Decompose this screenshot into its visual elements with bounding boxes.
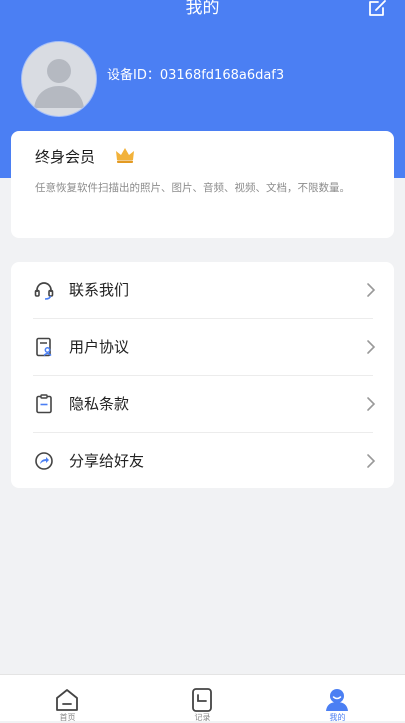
chevron-right-icon: [367, 454, 376, 468]
menu-item-label: 联系我们: [69, 281, 130, 299]
menu-item-label: 隐私条款: [69, 395, 130, 413]
document-user-icon: [36, 337, 52, 357]
share-icon: [35, 452, 53, 470]
tab-record[interactable]: 记录: [135, 675, 270, 722]
device-id: 设备ID：03168fd168a6daf3: [107, 66, 284, 86]
record-icon: [192, 688, 212, 712]
menu-item-contact-us[interactable]: 联系我们: [11, 262, 394, 318]
menu-item-label: 分享给好友: [69, 452, 145, 470]
tab-profile[interactable]: 我的: [270, 675, 405, 722]
menu-item-share-with-friends[interactable]: 分享给好友: [11, 433, 394, 489]
chevron-right-icon: [367, 283, 376, 297]
tab-label: 记录: [194, 713, 211, 722]
tab-home[interactable]: 首页: [0, 675, 135, 722]
device-id-label: 设备ID：: [107, 68, 160, 83]
tab-label: 首页: [59, 713, 76, 722]
tab-label: 我的: [329, 713, 346, 722]
page-title: 我的: [185, 0, 220, 18]
chevron-right-icon: [367, 397, 376, 411]
membership-card[interactable]: 终身会员 任意恢复软件扫描出的照片、图片、音频、视频、文档，不限数量。: [11, 131, 394, 238]
clipboard-icon: [36, 394, 52, 414]
chevron-right-icon: [367, 340, 376, 354]
user-silhouette-icon: [34, 59, 84, 108]
membership-description: 任意恢复软件扫描出的照片、图片、音频、视频、文档，不限数量。: [35, 182, 350, 194]
menu-item-label: 用户协议: [69, 338, 130, 356]
edit-icon[interactable]: [366, 0, 388, 19]
crown-icon: [116, 148, 134, 163]
bottom-tab-bar: 首页 记录 我的: [0, 674, 405, 722]
membership-title: 终身会员: [35, 148, 96, 166]
profile-icon: [326, 689, 348, 711]
device-id-value: 03168fd168a6daf3: [159, 68, 285, 83]
menu-item-privacy-policy[interactable]: 隐私条款: [11, 376, 394, 432]
menu-list: 联系我们 用户协议 隐私条款 分享给好友: [11, 262, 394, 488]
headset-icon: [34, 282, 54, 300]
avatar[interactable]: [22, 42, 96, 116]
menu-item-user-agreement[interactable]: 用户协议: [11, 319, 394, 375]
home-icon: [56, 689, 78, 711]
